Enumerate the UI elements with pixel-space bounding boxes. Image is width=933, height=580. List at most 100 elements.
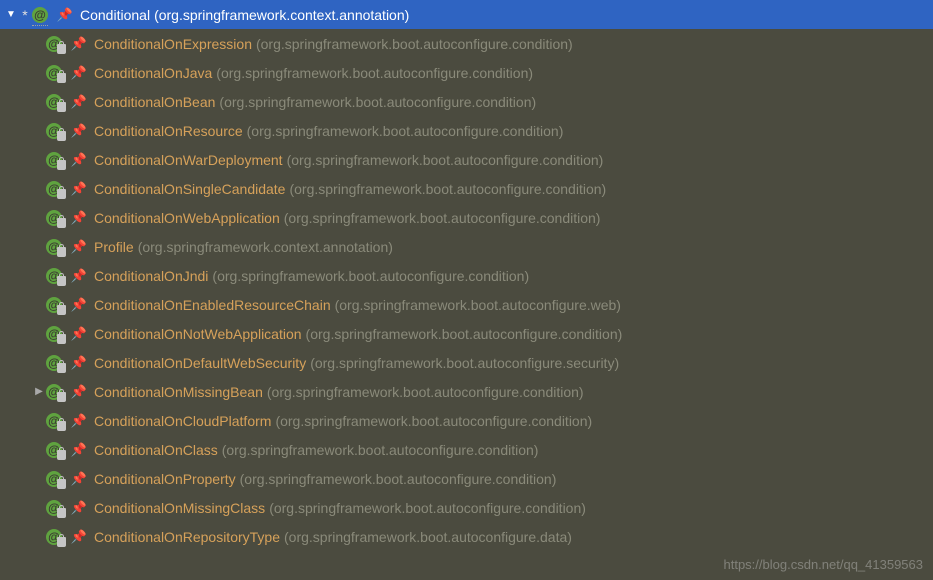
pin-icon: 📌 bbox=[70, 267, 88, 285]
tree-child-row[interactable]: ▶ 📌 ConditionalOnMissingBean(org.springfra… bbox=[0, 377, 933, 406]
tree-child-row[interactable]: 📌 ConditionalOnMissingClass(org.springfra… bbox=[0, 493, 933, 522]
annotation-icon bbox=[32, 6, 54, 24]
package-name: (org.springframework.boot.autoconfigure.… bbox=[212, 268, 529, 284]
package-name: (org.springframework.boot.autoconfigure.… bbox=[284, 529, 572, 545]
class-name: Profile bbox=[94, 239, 134, 255]
pin-icon: 📌 bbox=[70, 209, 88, 227]
annotation-icon bbox=[46, 151, 68, 169]
class-name: ConditionalOnDefaultWebSecurity bbox=[94, 355, 306, 371]
class-name: ConditionalOnWarDeployment bbox=[94, 152, 283, 168]
package-name: (org.springframework.boot.autoconfigure.… bbox=[256, 36, 573, 52]
expand-arrow-icon[interactable]: ▼ bbox=[4, 9, 18, 20]
package-name: (org.springframework.boot.autoconfigure.… bbox=[335, 297, 621, 313]
watermark: https://blog.csdn.net/qq_41359563 bbox=[724, 557, 924, 572]
star-icon: * bbox=[18, 7, 32, 23]
package-name: (org.springframework.boot.autoconfigure.… bbox=[284, 210, 601, 226]
tree-child-row[interactable]: 📌 ConditionalOnJava(org.springframework.b… bbox=[0, 58, 933, 87]
tree-child-row[interactable]: 📌 ConditionalOnSingleCandidate(org.spring… bbox=[0, 174, 933, 203]
pin-icon: 📌 bbox=[70, 35, 88, 53]
class-name: ConditionalOnEnabledResourceChain bbox=[94, 297, 331, 313]
annotation-icon bbox=[46, 354, 68, 372]
expand-arrow-icon[interactable]: ▶ bbox=[32, 386, 46, 397]
package-name: (org.springframework.boot.autoconfigure.… bbox=[219, 94, 536, 110]
package-name: (org.springframework.context.annotation) bbox=[138, 239, 393, 255]
tree-child-row[interactable]: 📌 ConditionalOnWebApplication(org.springf… bbox=[0, 203, 933, 232]
pin-icon: 📌 bbox=[70, 151, 88, 169]
annotation-icon bbox=[46, 325, 68, 343]
class-name: ConditionalOnClass bbox=[94, 442, 218, 458]
class-name: ConditionalOnMissingBean bbox=[94, 384, 263, 400]
package-name: (org.springframework.boot.autoconfigure.… bbox=[240, 471, 557, 487]
pin-icon: 📌 bbox=[70, 64, 88, 82]
pin-icon: 📌 bbox=[70, 412, 88, 430]
annotation-icon bbox=[46, 528, 68, 546]
class-name: ConditionalOnProperty bbox=[94, 471, 236, 487]
tree-child-row[interactable]: 📌 ConditionalOnClass(org.springframework.… bbox=[0, 435, 933, 464]
tree-child-row[interactable]: 📌 ConditionalOnNotWebApplication(org.spri… bbox=[0, 319, 933, 348]
annotation-icon bbox=[46, 35, 68, 53]
pin-icon: 📌 bbox=[56, 6, 74, 24]
annotation-icon bbox=[46, 209, 68, 227]
annotation-icon bbox=[46, 93, 68, 111]
class-name: ConditionalOnResource bbox=[94, 123, 243, 139]
tree-child-row[interactable]: 📌 ConditionalOnCloudPlatform(org.springfr… bbox=[0, 406, 933, 435]
package-name: (org.springframework.context.annotation) bbox=[154, 7, 409, 23]
package-name: (org.springframework.boot.autoconfigure.… bbox=[267, 384, 584, 400]
class-name: ConditionalOnExpression bbox=[94, 36, 252, 52]
tree-child-row[interactable]: 📌 ConditionalOnWarDeployment(org.springfr… bbox=[0, 145, 933, 174]
class-name: ConditionalOnRepositoryType bbox=[94, 529, 280, 545]
tree-child-row[interactable]: 📌 ConditionalOnRepositoryType(org.springf… bbox=[0, 522, 933, 551]
pin-icon: 📌 bbox=[70, 383, 88, 401]
class-name: ConditionalOnJava bbox=[94, 65, 212, 81]
tree-child-row[interactable]: 📌 Profile(org.springframework.context.ann… bbox=[0, 232, 933, 261]
pin-icon: 📌 bbox=[70, 238, 88, 256]
package-name: (org.springframework.boot.autoconfigure.… bbox=[247, 123, 564, 139]
annotation-icon bbox=[46, 412, 68, 430]
tree-root-row[interactable]: ▼ * 📌 Conditional (org.springframework.c… bbox=[0, 0, 933, 29]
class-name: ConditionalOnJndi bbox=[94, 268, 208, 284]
annotation-icon bbox=[46, 499, 68, 517]
annotation-icon bbox=[46, 122, 68, 140]
annotation-icon bbox=[46, 267, 68, 285]
pin-icon: 📌 bbox=[70, 470, 88, 488]
annotation-icon bbox=[46, 383, 68, 401]
tree-child-row[interactable]: 📌 ConditionalOnEnabledResourceChain(org.s… bbox=[0, 290, 933, 319]
package-name: (org.springframework.boot.autoconfigure.… bbox=[306, 326, 623, 342]
pin-icon: 📌 bbox=[70, 441, 88, 459]
pin-icon: 📌 bbox=[70, 296, 88, 314]
class-name: ConditionalOnBean bbox=[94, 94, 215, 110]
class-name: ConditionalOnCloudPlatform bbox=[94, 413, 271, 429]
pin-icon: 📌 bbox=[70, 122, 88, 140]
pin-icon: 📌 bbox=[70, 180, 88, 198]
annotation-icon bbox=[46, 470, 68, 488]
tree-child-row[interactable]: 📌 ConditionalOnExpression(org.springframe… bbox=[0, 29, 933, 58]
tree-child-row[interactable]: 📌 ConditionalOnDefaultWebSecurity(org.spr… bbox=[0, 348, 933, 377]
class-name: ConditionalOnMissingClass bbox=[94, 500, 265, 516]
package-name: (org.springframework.boot.autoconfigure.… bbox=[222, 442, 539, 458]
annotation-icon bbox=[46, 180, 68, 198]
package-name: (org.springframework.boot.autoconfigure.… bbox=[216, 65, 533, 81]
tree-child-row[interactable]: 📌 ConditionalOnProperty(org.springframewo… bbox=[0, 464, 933, 493]
package-name: (org.springframework.boot.autoconfigure.… bbox=[287, 152, 604, 168]
annotation-icon bbox=[46, 238, 68, 256]
annotation-icon bbox=[46, 296, 68, 314]
class-name: Conditional bbox=[80, 7, 150, 23]
package-name: (org.springframework.boot.autoconfigure.… bbox=[310, 355, 619, 371]
package-name: (org.springframework.boot.autoconfigure.… bbox=[275, 413, 592, 429]
tree-child-row[interactable]: 📌 ConditionalOnResource(org.springframewo… bbox=[0, 116, 933, 145]
pin-icon: 📌 bbox=[70, 325, 88, 343]
tree-child-row[interactable]: 📌 ConditionalOnBean(org.springframework.b… bbox=[0, 87, 933, 116]
class-hierarchy-tree: ▼ * 📌 Conditional (org.springframework.c… bbox=[0, 0, 933, 551]
pin-icon: 📌 bbox=[70, 354, 88, 372]
annotation-icon bbox=[46, 64, 68, 82]
annotation-icon bbox=[46, 441, 68, 459]
package-name: (org.springframework.boot.autoconfigure.… bbox=[269, 500, 586, 516]
class-name: ConditionalOnNotWebApplication bbox=[94, 326, 302, 342]
pin-icon: 📌 bbox=[70, 528, 88, 546]
class-name: ConditionalOnSingleCandidate bbox=[94, 181, 285, 197]
package-name: (org.springframework.boot.autoconfigure.… bbox=[289, 181, 606, 197]
pin-icon: 📌 bbox=[70, 93, 88, 111]
tree-child-row[interactable]: 📌 ConditionalOnJndi(org.springframework.b… bbox=[0, 261, 933, 290]
class-name: ConditionalOnWebApplication bbox=[94, 210, 280, 226]
pin-icon: 📌 bbox=[70, 499, 88, 517]
